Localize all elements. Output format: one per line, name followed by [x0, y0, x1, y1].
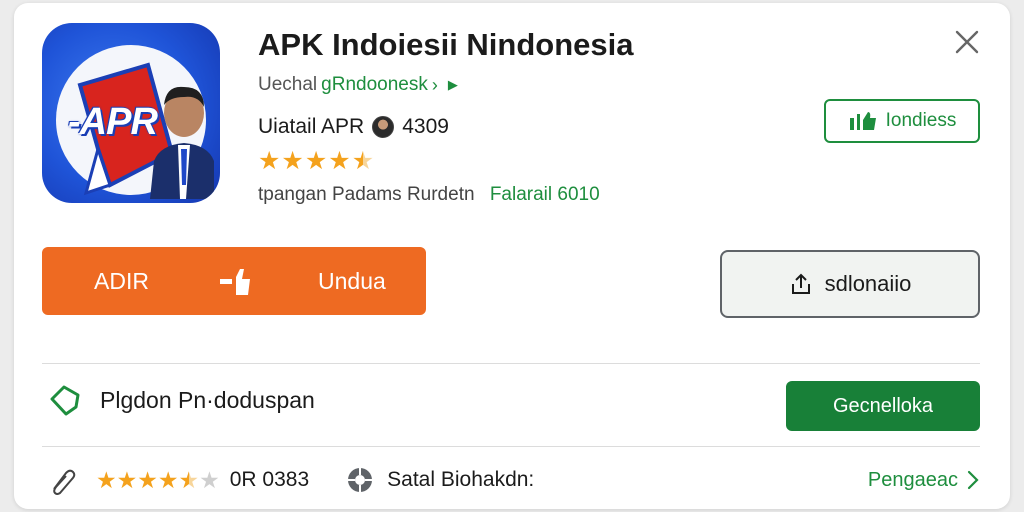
star-icon: ★ — [116, 467, 138, 493]
info-row: Plgdon Pn·doduspan — [48, 383, 315, 417]
app-icon[interactable]: -APR — [42, 23, 220, 203]
download-icon — [220, 269, 250, 295]
primary-right-label: Undua — [318, 267, 386, 294]
play-icon: ▶ — [447, 77, 458, 92]
close-button[interactable] — [950, 25, 984, 59]
secondary-button[interactable]: sdlonaiio — [720, 250, 980, 318]
chevron-right-icon: › — [431, 74, 438, 95]
app-icon-label: -APR — [68, 101, 158, 143]
star-icon: ★ — [328, 147, 351, 175]
avatar — [150, 86, 214, 199]
app-title: APK Indoiesii Nindonesia — [258, 27, 634, 62]
primary-download-button[interactable]: ADIR Undua — [42, 247, 426, 315]
developer-link[interactable]: gRndoonesk — [321, 74, 428, 96]
star-half-icon: ★ — [351, 147, 375, 175]
divider — [42, 363, 980, 364]
publisher-label: Uiatail APR — [258, 115, 365, 138]
divider — [42, 446, 980, 447]
green-action-label: Gecnelloka — [832, 394, 934, 417]
outline-action-button[interactable]: Iondiess — [824, 99, 980, 143]
star-half-icon: ★ — [178, 467, 200, 493]
star-icon: ★ — [137, 467, 158, 493]
more-link[interactable]: Pengaeac — [868, 464, 980, 496]
meta-highlight: Falarail 6010 — [489, 184, 600, 205]
pin-icon — [53, 469, 76, 495]
bottom-rating-stars: ★ ★ ★ ★ ★ ★ — [96, 466, 220, 494]
secondary-label: sdlonaiio — [824, 271, 912, 296]
status-text: Satal Biohakdn: — [387, 468, 535, 491]
rating-value: 4309 — [402, 115, 449, 138]
shield-icon — [50, 385, 80, 416]
close-icon — [955, 30, 979, 54]
developer-row[interactable]: Uechal gRndoonesk › ▶ — [258, 74, 458, 96]
publisher-avatar — [372, 116, 395, 138]
gear-icon — [348, 468, 373, 492]
star-empty-icon: ★ — [199, 467, 220, 493]
star-icon: ★ — [96, 467, 117, 493]
primary-left-label: ADIR — [94, 267, 149, 294]
publisher-row: Uiatail APR 4309 — [258, 115, 449, 139]
star-icon: ★ — [157, 467, 179, 493]
app-card: -APR APK Indoiesii Nindonesia Uechal gRn… — [14, 3, 1010, 509]
chevron-right-icon — [967, 470, 979, 490]
star-icon: ★ — [281, 147, 304, 175]
star-icon: ★ — [258, 147, 281, 175]
developer-prefix: Uechal — [258, 74, 318, 95]
meta-text: tpangan Padams Rurdetn — [258, 184, 475, 205]
thumbs-up-icon — [849, 112, 876, 130]
more-link-label: Pengaeac — [867, 468, 958, 491]
green-action-button[interactable]: Gecnelloka — [786, 381, 980, 431]
outline-action-label: Iondiess — [885, 110, 957, 131]
share-icon — [791, 273, 810, 294]
rating-stars: ★ ★ ★ ★ ★ — [258, 147, 374, 175]
meta-row: tpangan Padams Rurdetn Falarail 6010 — [258, 184, 600, 206]
info-label: Plgdon Pn·doduspan — [100, 386, 315, 413]
review-count: 0R 0383 — [229, 468, 310, 491]
bottom-row: ★ ★ ★ ★ ★ ★ 0R 0383 Satal Biohakdn: Peng… — [48, 464, 980, 496]
star-icon: ★ — [304, 147, 328, 175]
